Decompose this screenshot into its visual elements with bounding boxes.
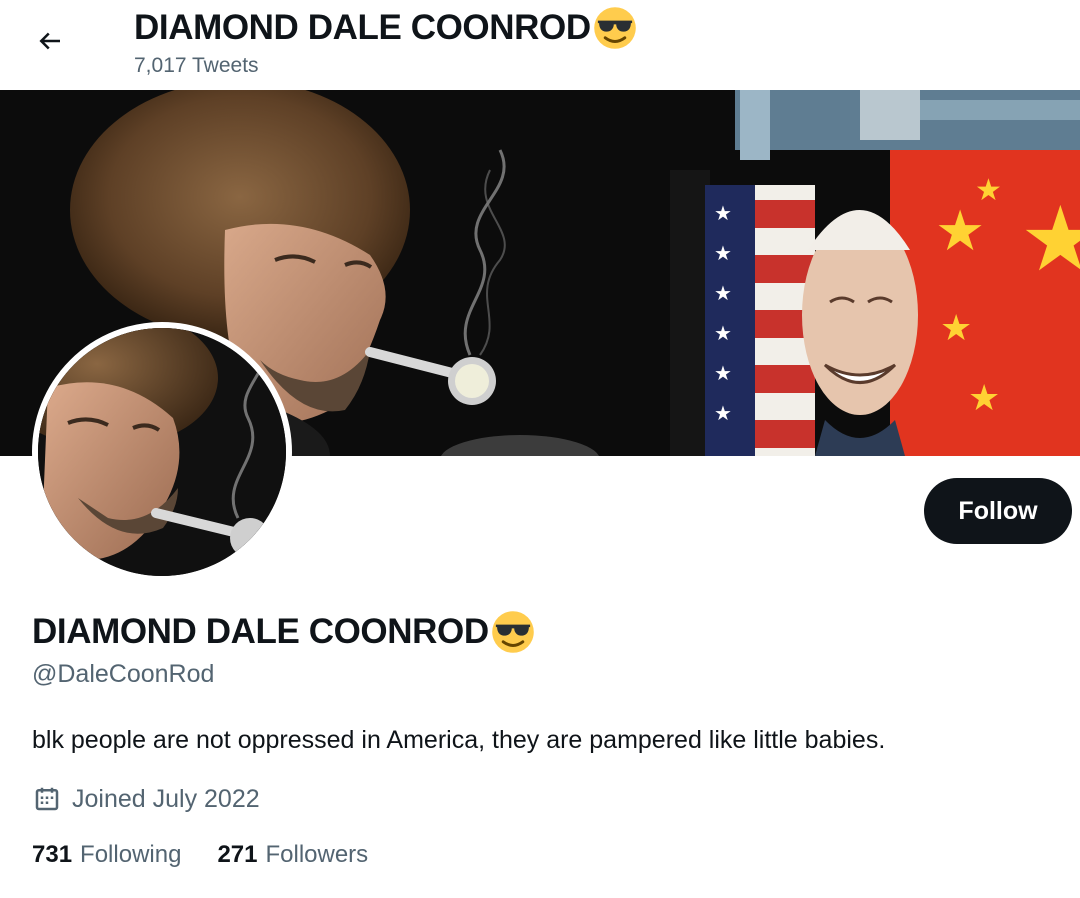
tweet-count: 7,017 Tweets [134, 54, 259, 77]
svg-text:★: ★ [714, 201, 732, 225]
followers-link[interactable]: 271 Followers [217, 841, 368, 869]
follow-button[interactable]: Follow [924, 478, 1072, 544]
profile-display-name: DIAMOND DALE COONROD [32, 610, 535, 654]
following-count: 731 [32, 841, 73, 868]
svg-text:★: ★ [714, 321, 732, 345]
svg-text:★: ★ [1020, 187, 1080, 292]
calendar-icon [35, 787, 59, 811]
smiling-face-with-sunglasses-icon [491, 610, 535, 654]
back-button[interactable] [26, 22, 74, 60]
svg-text:★: ★ [975, 173, 1002, 208]
joined-text: Joined July 2022 [72, 784, 260, 813]
header-name-text: DIAMOND DALE COONROD [134, 8, 591, 47]
display-name-text: DIAMOND DALE COONROD [32, 612, 489, 651]
svg-text:★: ★ [940, 308, 972, 349]
svg-text:★: ★ [968, 378, 1000, 419]
profile-bio: blk people are not oppressed in America,… [32, 726, 886, 754]
svg-text:★: ★ [935, 199, 985, 264]
follow-stats: 731 Following 271 Followers [32, 841, 368, 869]
svg-text:★: ★ [714, 361, 732, 385]
following-label: Following [80, 841, 182, 868]
joined-date: Joined July 2022 [32, 784, 260, 814]
following-link[interactable]: 731 Following [32, 841, 181, 869]
profile-header: DIAMOND DALE COONROD 7,017 Tweets [0, 0, 1080, 90]
profile-avatar[interactable] [32, 322, 292, 582]
followers-label: Followers [265, 841, 369, 868]
header-title: DIAMOND DALE COONROD [134, 6, 637, 50]
svg-text:★: ★ [714, 281, 732, 305]
followers-count: 271 [217, 841, 258, 868]
svg-text:★: ★ [714, 241, 732, 265]
arrow-left-icon [39, 32, 60, 50]
profile-handle: @DaleCoonRod [32, 660, 215, 688]
svg-text:★: ★ [714, 401, 732, 425]
smiling-face-with-sunglasses-icon [593, 6, 637, 50]
